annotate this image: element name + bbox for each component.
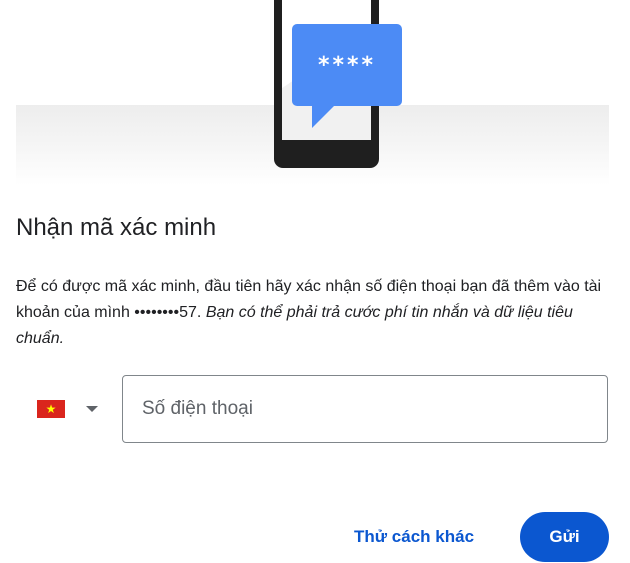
try-another-way-button[interactable]: Thử cách khác xyxy=(340,516,488,558)
star-icon: ★ xyxy=(45,402,57,416)
phone-number-input[interactable] xyxy=(122,375,608,443)
page-title: Nhận mã xác minh xyxy=(16,214,217,241)
message-bubble-icon: **** xyxy=(292,24,402,106)
description: Để có được mã xác minh, đầu tiên hãy xác… xyxy=(16,274,616,352)
masked-code: **** xyxy=(317,52,377,78)
vietnam-flag-icon: ★ xyxy=(37,400,65,418)
send-button[interactable]: Gửi xyxy=(520,512,609,562)
country-code-selector[interactable]: ★ xyxy=(22,389,108,429)
caret-down-icon xyxy=(86,406,98,412)
verification-illustration: **** xyxy=(16,0,609,185)
